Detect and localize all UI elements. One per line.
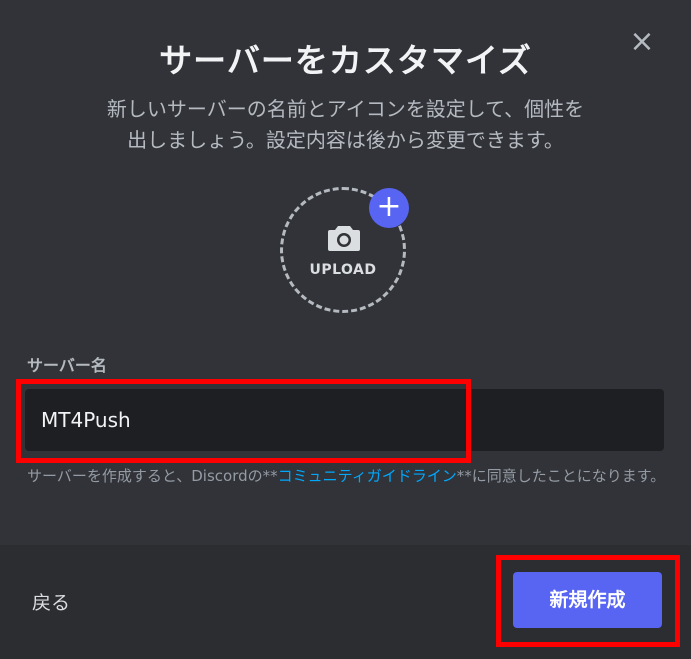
modal-subtitle: 新しいサーバーの名前とアイコンを設定して、個性を 出しましょう。設定内容は後から… bbox=[30, 94, 661, 156]
server-name-label: サーバー名 bbox=[27, 356, 107, 375]
subtitle-line-2: 出しましょう。設定内容は後から変更できます。 bbox=[127, 128, 564, 152]
guidelines-note: サーバーを作成すると、Discordの**コミュニティガイドライン**に同意した… bbox=[27, 463, 667, 490]
modal-title: サーバーをカスタマイズ bbox=[159, 41, 532, 80]
upload-label: UPLOAD bbox=[309, 262, 377, 278]
guidelines-suffix: **に同意したことになります。 bbox=[456, 467, 666, 485]
server-name-input[interactable] bbox=[25, 389, 664, 451]
create-server-modal: サーバーをカスタマイズ × 新しいサーバーの名前とアイコンを設定して、個性を 出… bbox=[0, 0, 691, 659]
guidelines-prefix: サーバーを作成すると、Discordの** bbox=[27, 467, 278, 485]
close-icon[interactable]: × bbox=[628, 27, 656, 57]
back-button[interactable]: 戻る bbox=[32, 588, 70, 615]
guidelines-link[interactable]: コミュニティガイドライン bbox=[278, 467, 457, 485]
create-button[interactable]: 新規作成 bbox=[513, 572, 662, 628]
camera-icon bbox=[328, 226, 360, 251]
plus-icon[interactable]: + bbox=[369, 188, 409, 228]
subtitle-line-1: 新しいサーバーの名前とアイコンを設定して、個性を bbox=[106, 97, 585, 121]
